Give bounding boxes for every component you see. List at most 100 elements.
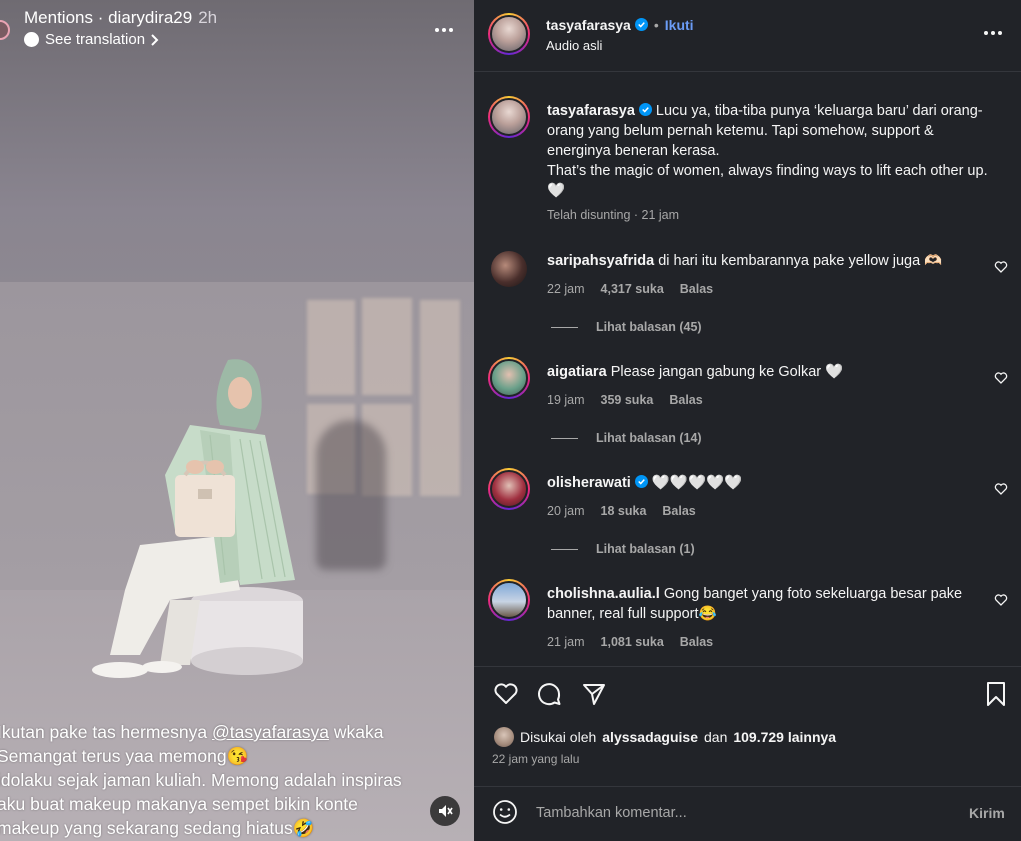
comment-reply-button[interactable]: Balas	[680, 282, 713, 296]
comment-likes[interactable]: 359 suka	[601, 393, 654, 407]
comment-reply-button[interactable]: Balas	[680, 635, 713, 649]
comment-icon[interactable]	[535, 680, 563, 708]
commenter-avatar[interactable]	[488, 357, 530, 399]
comment-reply-button[interactable]: Balas	[662, 504, 695, 518]
comment-likes[interactable]: 18 suka	[601, 504, 647, 518]
comment-time: 20 jam	[547, 504, 585, 518]
window-light-pane	[362, 298, 412, 395]
model-photo	[92, 359, 303, 678]
comment-likes[interactable]: 4,317 suka	[601, 282, 664, 296]
liker-username[interactable]: alyssadaguise	[602, 729, 698, 745]
likes-mid: dan	[704, 729, 728, 745]
story-author-avatar[interactable]	[0, 20, 10, 40]
comment-username[interactable]: saripahsyafrida	[547, 253, 654, 269]
verified-badge-icon	[634, 18, 648, 31]
commenter-avatar[interactable]	[488, 468, 530, 510]
comment-username[interactable]: aigatiara	[547, 364, 607, 380]
audio-link[interactable]: Audio asli	[546, 38, 602, 53]
speaker-muted-icon	[439, 805, 453, 817]
comment-like-icon[interactable]	[994, 482, 1008, 496]
caption-username[interactable]: tasyafarasya	[547, 103, 635, 119]
caption-text: That’s the magic of women, always findin…	[547, 163, 988, 199]
comment-body: 🤍🤍🤍🤍🤍	[651, 475, 743, 491]
comment-meta: 22 jam 4,317 suka Balas	[547, 282, 713, 296]
story-title-text: Mentions · diarydira29	[24, 8, 193, 27]
post-more-options-button[interactable]	[982, 22, 1004, 44]
comment-body: Please jangan gabung ke Golkar 🤍	[610, 364, 844, 380]
story-time: 2h	[198, 8, 218, 27]
commenter-avatar[interactable]	[491, 251, 527, 287]
likes-count[interactable]: 109.729 lainnya	[733, 729, 836, 745]
caption-author-avatar[interactable]	[488, 96, 530, 138]
commenter-avatar[interactable]	[488, 579, 530, 621]
comment-text: olisherawati 🤍🤍🤍🤍🤍	[547, 473, 992, 493]
caption-text: Ikutan pake tas hermesnya	[0, 722, 212, 742]
view-replies-label: Lihat balasan (45)	[596, 320, 702, 334]
comment-text: cholishna.aulia.l Gong banget yang foto …	[547, 584, 992, 624]
liker-avatar[interactable]	[494, 727, 514, 747]
post-caption: tasyafarasya Lucu ya, tiba-tiba punya ‘k…	[547, 101, 992, 201]
comment-time: 19 jam	[547, 393, 585, 407]
comment-likes[interactable]: 1,081 suka	[601, 635, 664, 649]
caption-line: Semangat terus yaa memong😘	[0, 746, 249, 766]
comment-like-icon[interactable]	[994, 260, 1008, 274]
divider	[474, 666, 1021, 667]
see-translation-label: See translation	[45, 31, 146, 48]
comment-meta: 21 jam 1,081 suka Balas	[547, 635, 713, 649]
emoji-icon[interactable]	[492, 799, 518, 825]
comment-bar: Kirim	[474, 787, 1021, 841]
translate-icon	[24, 32, 39, 47]
window-light-pane	[420, 300, 460, 496]
chevron-right-icon	[151, 33, 159, 46]
story-header: Mentions · diarydira29 2h See translation	[0, 4, 474, 50]
caption-text: wkaka	[328, 722, 384, 742]
likes-summary: Disukai oleh alyssadaguise dan 109.729 l…	[494, 727, 836, 747]
follow-button[interactable]: Ikuti	[665, 17, 694, 33]
view-replies-button[interactable]: Lihat balasan (1)	[551, 542, 695, 556]
divider	[474, 71, 1021, 72]
view-replies-button[interactable]: Lihat balasan (45)	[551, 320, 702, 334]
caption-meta: Telah disunting · 21 jam	[547, 208, 679, 222]
caption-line: makeup yang sekarang sedang hiatus🤣	[0, 818, 315, 838]
caption-mention-link[interactable]: @tasyafarasya	[212, 722, 329, 742]
caption-edited-time: Telah disunting · 21 jam	[547, 208, 680, 222]
comment-reply-button[interactable]: Balas	[669, 393, 702, 407]
comment-body: di hari itu kembarannya pake yellow juga…	[658, 253, 943, 269]
verified-badge-icon	[634, 475, 648, 488]
comment-input[interactable]	[536, 802, 936, 824]
comment-like-icon[interactable]	[994, 371, 1008, 385]
story-more-options-button[interactable]	[432, 18, 456, 42]
model-shadow	[316, 420, 386, 570]
caption-line: aku buat makeup makanya sempet bikin kon…	[0, 794, 358, 814]
post-header-user: tasyafarasya • Ikuti	[546, 17, 694, 33]
comment-text: saripahsyafrida di hari itu kembarannya …	[547, 251, 992, 271]
view-replies-label: Lihat balasan (14)	[596, 431, 702, 445]
comment-meta: 20 jam 18 suka Balas	[547, 504, 696, 518]
separator-dot: •	[653, 17, 659, 33]
comment-text: aigatiara Please jangan gabung ke Golkar…	[547, 362, 992, 382]
view-replies-label: Lihat balasan (1)	[596, 542, 695, 556]
comment-username[interactable]: olisherawati	[547, 475, 631, 491]
comment-username[interactable]: cholishna.aulia.l	[547, 586, 660, 602]
heart-icon[interactable]	[492, 680, 520, 708]
verified-badge-icon	[638, 103, 652, 116]
bookmark-icon[interactable]	[982, 680, 1010, 708]
post-timestamp: 22 jam yang lalu	[492, 752, 580, 766]
author-username[interactable]: tasyafarasya	[546, 17, 631, 33]
comment-time: 21 jam	[547, 635, 585, 649]
see-translation-link[interactable]: See translation	[24, 31, 159, 48]
comment-meta: 19 jam 359 suka Balas	[547, 393, 703, 407]
post-panel: tasyafarasya • Ikuti Audio asli tasyafaras…	[474, 0, 1021, 841]
post-comment-button[interactable]: Kirim	[969, 805, 1005, 821]
story-media[interactable]: Mentions · diarydira29 2h See translation…	[0, 0, 474, 841]
caption-line: idolaku sejak jaman kuliah. Memong adala…	[0, 770, 402, 790]
comment-time: 22 jam	[547, 282, 585, 296]
comment-like-icon[interactable]	[994, 593, 1008, 607]
post-actions	[474, 680, 1021, 714]
view-replies-button[interactable]: Lihat balasan (14)	[551, 431, 702, 445]
mute-button[interactable]	[430, 796, 460, 826]
author-avatar[interactable]	[488, 13, 530, 55]
story-caption: Ikutan pake tas hermesnya @tasyafarasya …	[0, 720, 474, 840]
story-title[interactable]: Mentions · diarydira29 2h	[24, 8, 217, 28]
share-icon[interactable]	[580, 680, 608, 708]
